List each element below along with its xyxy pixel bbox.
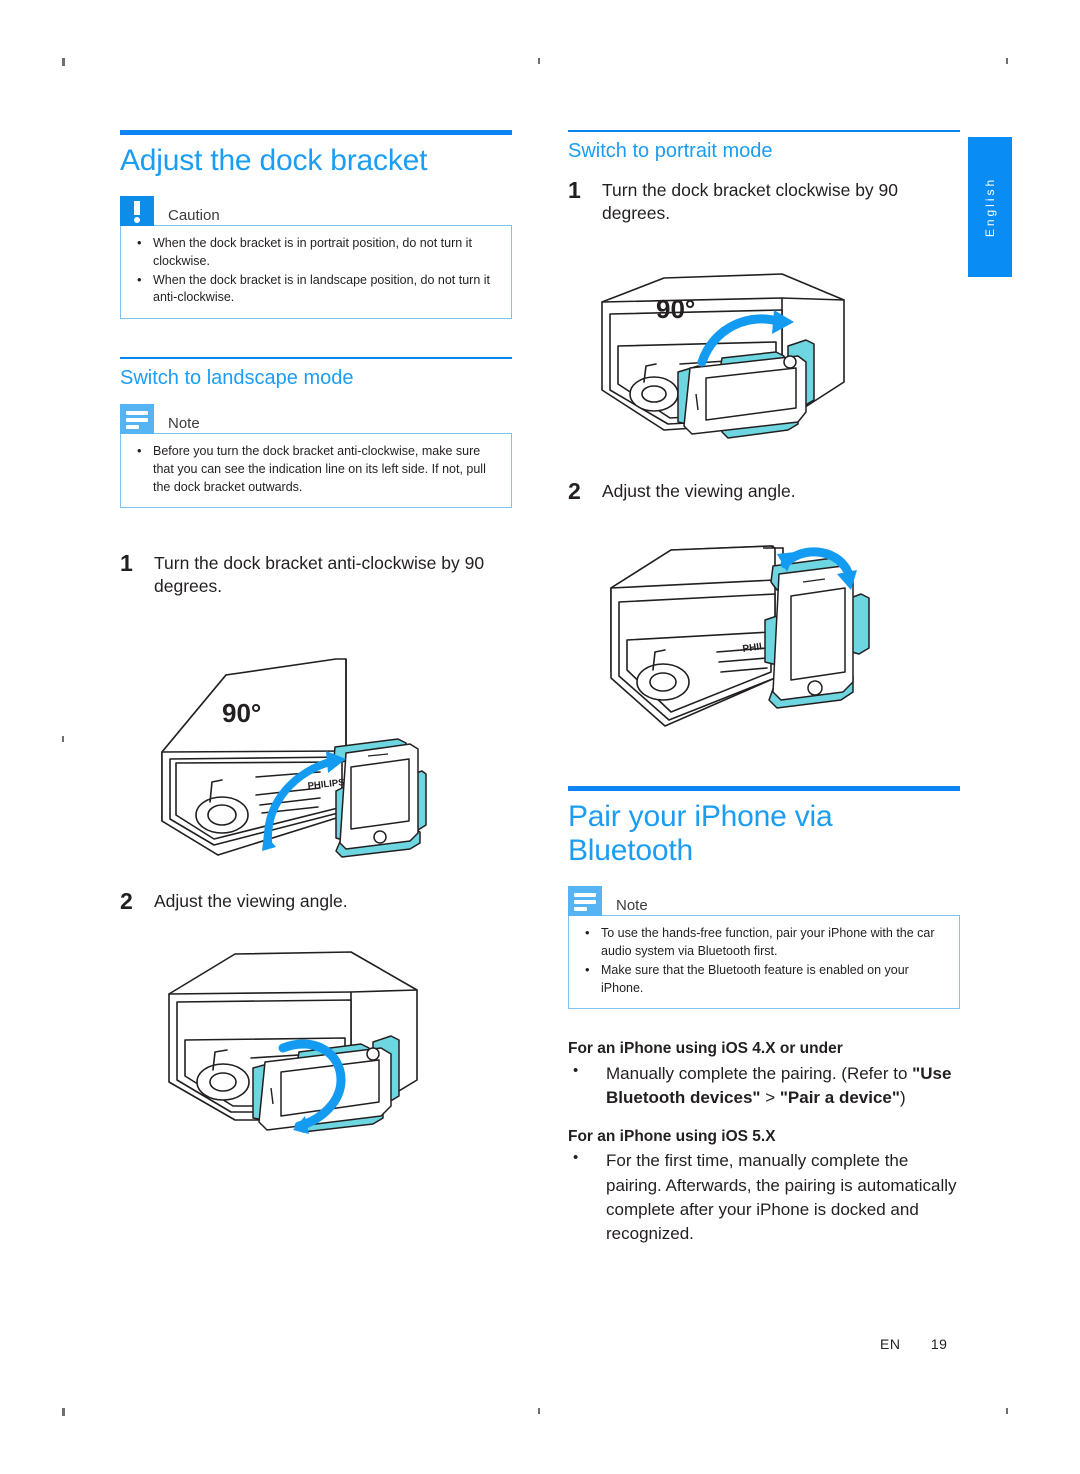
page-title: Adjust the dock bracket: [120, 144, 428, 177]
step-2-portrait: 2 Adjust the viewing angle.: [568, 478, 960, 505]
list-item: Manually complete the pairing. (Refer to…: [568, 1060, 960, 1110]
caution-callout: Caution When the dock bracket is in port…: [120, 196, 512, 320]
caution-body: When the dock bracket is in portrait pos…: [120, 225, 512, 320]
section-title-landscape: Switch to landscape mode: [120, 367, 354, 390]
chapter-title-line2: Bluetooth: [568, 834, 693, 868]
list-item: To use the hands-free function, pair you…: [581, 924, 947, 961]
crop-mark: [538, 58, 540, 64]
step-2-landscape-wrap: 2 Adjust the viewing angle.: [120, 888, 512, 925]
ios4-bold-2: "Pair a device": [779, 1088, 900, 1108]
footer-page-number: 19: [930, 1336, 948, 1352]
step-1-portrait: 1 Turn the dock bracket clockwise by 90 …: [568, 177, 960, 225]
step-2-landscape: 2 Adjust the viewing angle.: [120, 888, 512, 915]
figure-landscape-angle: [155, 940, 455, 1155]
caution-label: Caution: [168, 207, 220, 225]
step-number: 1: [120, 550, 133, 577]
crop-mark: [62, 736, 64, 742]
chapter-title-line1: Pair your iPhone via: [568, 800, 833, 833]
list-item: When the dock bracket is in portrait pos…: [133, 234, 499, 271]
note-label: Note: [168, 415, 200, 433]
figure-portrait-angle: PHILIPS: [595, 530, 895, 770]
step-text: Turn the dock bracket clockwise by 90 de…: [602, 180, 899, 223]
note-header: Note: [120, 404, 512, 435]
crop-mark: [62, 1408, 65, 1416]
section-title-portrait: Switch to portrait mode: [568, 140, 773, 162]
step-1-landscape: 1 Turn the dock bracket anti-clockwise b…: [120, 550, 512, 598]
chapter-rule: [568, 786, 960, 791]
angle-label: 90°: [222, 698, 261, 728]
note-body: Before you turn the dock bracket anti-cl…: [120, 433, 512, 509]
right-column: Switch to portrait mode 1 Turn the dock …: [568, 130, 960, 235]
section-rule: [568, 130, 960, 132]
caution-header: Caution: [120, 196, 512, 227]
note-label: Note: [616, 897, 648, 915]
step-number: 1: [568, 177, 581, 203]
language-tab-label: English: [983, 176, 997, 238]
page-footer: EN 19: [880, 1336, 947, 1352]
chapter-rule: [120, 130, 512, 135]
note-header: Note: [568, 886, 960, 917]
note-callout-bluetooth: Note To use the hands-free function, pai…: [568, 886, 960, 1010]
step-2-portrait-wrap: 2 Adjust the viewing angle.: [568, 478, 960, 515]
figure-portrait-rotate: 90°: [592, 270, 872, 470]
list-item: For the first time, manually complete th…: [568, 1147, 960, 1246]
footer-locale: EN: [880, 1336, 901, 1352]
angle-label: 90°: [656, 294, 695, 324]
list-item: Before you turn the dock bracket anti-cl…: [133, 442, 499, 496]
crop-mark: [538, 1408, 540, 1414]
section-rule: [120, 357, 512, 360]
ios4-bullet-prefix: Manually complete the pairing. (Refer to: [606, 1064, 913, 1084]
ios4-suffix: ): [899, 1088, 906, 1108]
left-column: Adjust the dock bracket Caution When the…: [120, 130, 512, 608]
step-number: 2: [568, 478, 581, 504]
manual-page: Adjust the dock bracket Caution When the…: [0, 0, 1080, 1474]
crop-mark: [1006, 58, 1008, 64]
step-number: 2: [120, 888, 133, 914]
step-text: Adjust the viewing angle.: [154, 891, 348, 911]
ios4-mid: >: [760, 1088, 780, 1108]
step-text: Adjust the viewing angle.: [602, 481, 796, 501]
note-body: To use the hands-free function, pair you…: [568, 915, 960, 1010]
crop-mark: [1006, 1408, 1008, 1414]
list-item: Make sure that the Bluetooth feature is …: [581, 961, 947, 998]
ios4-heading: For an iPhone using iOS 4.X or under: [568, 1040, 843, 1058]
ios5-heading: For an iPhone using iOS 5.X: [568, 1127, 776, 1145]
note-lines-icon: [568, 886, 602, 917]
ios4-list: Manually complete the pairing. (Refer to…: [568, 1060, 960, 1110]
language-tab: English: [968, 137, 1012, 277]
crop-mark: [62, 58, 65, 66]
pair-iphone-section: Pair your iPhone via Bluetooth Note To u…: [568, 786, 960, 1262]
chapter-title-pair: Pair your iPhone via Bluetooth: [568, 800, 960, 868]
step-text: Turn the dock bracket anti-clockwise by …: [154, 553, 485, 597]
ios5-list: For the first time, manually complete th…: [568, 1147, 960, 1246]
note-callout: Note Before you turn the dock bracket an…: [120, 404, 512, 509]
figure-landscape-rotate: PHILIPS 90°: [150, 655, 450, 870]
exclamation-icon: [120, 196, 154, 227]
list-item: When the dock bracket is in landscape po…: [133, 271, 499, 308]
note-lines-icon: [120, 404, 154, 435]
